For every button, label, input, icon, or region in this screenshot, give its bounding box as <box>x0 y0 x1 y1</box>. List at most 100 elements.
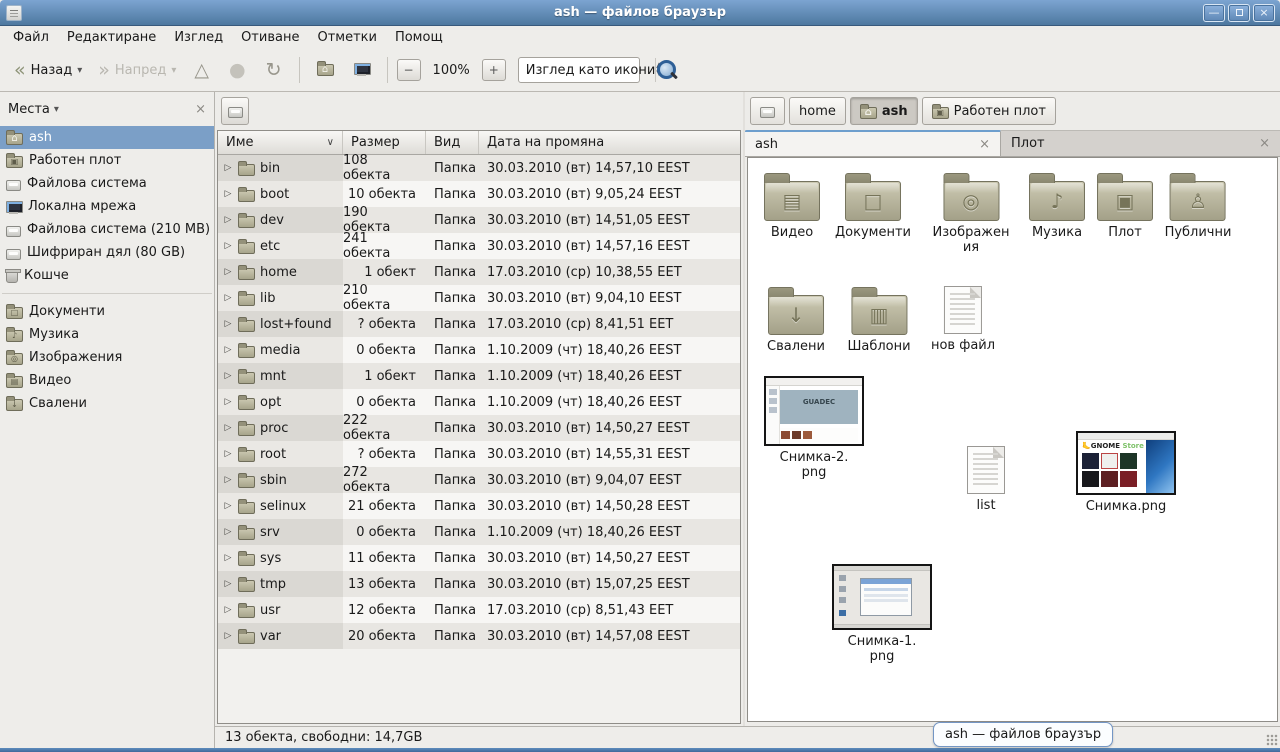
expander-icon[interactable]: ▷ <box>223 423 233 433</box>
column-header-name[interactable]: Име∨ <box>218 131 343 154</box>
expander-icon[interactable]: ▷ <box>223 579 233 589</box>
expander-icon[interactable]: ▷ <box>223 553 233 563</box>
breadcrumb-Работен плот[interactable]: ▣Работен плот <box>922 97 1056 125</box>
sidebar-title[interactable]: Места <box>8 102 50 117</box>
expander-icon[interactable]: ▷ <box>223 605 233 615</box>
tab-close-icon[interactable]: × <box>1251 136 1270 151</box>
icon-item-list[interactable]: list <box>967 446 1005 513</box>
table-row[interactable]: ▷root? обектаПапка30.03.2010 (вт) 14,55,… <box>218 441 740 467</box>
breadcrumb-ash[interactable]: ⌂ash <box>850 97 918 125</box>
table-row[interactable]: ▷sys11 обектаПапка30.03.2010 (вт) 14,50,… <box>218 545 740 571</box>
forward-dropdown-icon[interactable]: ▾ <box>171 65 176 76</box>
table-row[interactable]: ▷dev190 обектаПапка30.03.2010 (вт) 14,51… <box>218 207 740 233</box>
tab-ash[interactable]: ash × <box>745 130 1001 156</box>
back-button[interactable]: « Назад ▾ <box>8 58 88 82</box>
expander-icon[interactable]: ▷ <box>223 345 233 355</box>
column-header-size[interactable]: Размер <box>343 131 426 154</box>
back-dropdown-icon[interactable]: ▾ <box>77 65 82 76</box>
expander-icon[interactable]: ▷ <box>223 189 233 199</box>
breadcrumb-root[interactable] <box>750 97 785 125</box>
sidebar-close-icon[interactable]: × <box>195 102 206 117</box>
table-row[interactable]: ▷lost+found? обектаПапка17.03.2010 (ср) … <box>218 311 740 337</box>
table-row[interactable]: ▷media0 обектаПапка1.10.2009 (чт) 18,40,… <box>218 337 740 363</box>
sidebar-item-музика[interactable]: ♪Музика <box>0 323 214 346</box>
icon-item-документи[interactable]: □Документи <box>835 172 911 240</box>
table-row[interactable]: ▷boot10 обектаПапка30.03.2010 (вт) 9,05,… <box>218 181 740 207</box>
menu-item[interactable]: Редактиране <box>58 28 165 47</box>
expander-icon[interactable]: ▷ <box>223 215 233 225</box>
icon-item-шаблони[interactable]: ▥Шаблони <box>847 286 910 354</box>
forward-button[interactable]: » Напред ▾ <box>92 58 182 82</box>
menu-item[interactable]: Изглед <box>165 28 232 47</box>
expander-icon[interactable]: ▷ <box>223 371 233 381</box>
expander-icon[interactable]: ▷ <box>223 449 233 459</box>
sidebar-item-видео[interactable]: ▤Видео <box>0 369 214 392</box>
sidebar-item-работен-плот[interactable]: ▣Работен плот <box>0 149 214 172</box>
icon-item-снимка-1.[interactable]: Снимка-1. png <box>832 564 932 665</box>
icon-item-плот[interactable]: ▣Плот <box>1097 172 1153 240</box>
table-row[interactable]: ▷mnt1 обектПапка1.10.2009 (чт) 18,40,26 … <box>218 363 740 389</box>
icon-item-музика[interactable]: ♪Музика <box>1029 172 1085 240</box>
expander-icon[interactable]: ▷ <box>223 163 233 173</box>
maximize-button[interactable] <box>1228 4 1250 22</box>
sidebar-item-файлова-система[interactable]: Файлова система <box>0 172 214 195</box>
reload-button[interactable]: ↻ <box>258 57 290 83</box>
menu-item[interactable]: Отметки <box>308 28 385 47</box>
search-icon[interactable] <box>656 59 678 81</box>
expander-icon[interactable]: ▷ <box>223 267 233 277</box>
sidebar-item-документи[interactable]: □Документи <box>0 300 214 323</box>
column-header-type[interactable]: Вид <box>426 131 479 154</box>
table-row[interactable]: ▷selinux21 обектаПапка30.03.2010 (вт) 14… <box>218 493 740 519</box>
menu-item[interactable]: Отиване <box>232 28 308 47</box>
icon-item-нов-файл[interactable]: нов файл <box>931 286 995 353</box>
sidebar-item-ash[interactable]: ⌂ash <box>0 126 214 149</box>
table-row[interactable]: ▷bin108 обектаПапка30.03.2010 (вт) 14,57… <box>218 155 740 181</box>
expander-icon[interactable]: ▷ <box>223 527 233 537</box>
up-button[interactable]: △ <box>186 57 217 83</box>
menu-item[interactable]: Помощ <box>386 28 452 47</box>
menu-item[interactable]: Файл <box>4 28 58 47</box>
expander-icon[interactable]: ▷ <box>223 293 233 303</box>
zoom-out-button[interactable]: − <box>397 59 421 81</box>
table-row[interactable]: ▷tmp13 обектаПапка30.03.2010 (вт) 15,07,… <box>218 571 740 597</box>
table-row[interactable]: ▷sbin272 обектаПапка30.03.2010 (вт) 9,04… <box>218 467 740 493</box>
expander-icon[interactable]: ▷ <box>223 397 233 407</box>
home-button[interactable]: ⌂ <box>309 57 342 83</box>
icon-item-видео[interactable]: ▤Видео <box>764 172 820 240</box>
table-row[interactable]: ▷lib210 обектаПапка30.03.2010 (вт) 9,04,… <box>218 285 740 311</box>
sidebar-item-изображения[interactable]: ◎Изображения <box>0 346 214 369</box>
close-button[interactable]: × <box>1253 4 1275 22</box>
computer-button[interactable] <box>346 57 378 83</box>
stop-button[interactable]: ● <box>221 57 254 83</box>
icon-item-изображен[interactable]: ◎Изображен ия <box>932 172 1009 256</box>
table-row[interactable]: ▷etc241 обектаПапка30.03.2010 (вт) 14,57… <box>218 233 740 259</box>
sidebar-item-свалени[interactable]: ↓Свалени <box>0 392 214 415</box>
zoom-in-button[interactable]: + <box>482 59 506 81</box>
expander-icon[interactable]: ▷ <box>223 501 233 511</box>
icon-item-свалени[interactable]: ↓Свалени <box>767 286 825 354</box>
table-row[interactable]: ▷usr12 обектаПапка17.03.2010 (ср) 8,51,4… <box>218 597 740 623</box>
breadcrumb-home[interactable]: home <box>789 97 846 125</box>
icon-item-публични[interactable]: ♙Публични <box>1165 172 1232 240</box>
table-row[interactable]: ▷var20 обектаПапка30.03.2010 (вт) 14,57,… <box>218 623 740 649</box>
icon-item-снимка.png[interactable]: 🦶GNOME StoreСнимка.png <box>1076 431 1176 514</box>
sidebar-item-шифриран-дял-80-gb-[interactable]: Шифриран дял (80 GB) <box>0 241 214 264</box>
table-row[interactable]: ▷proc222 обектаПапка30.03.2010 (вт) 14,5… <box>218 415 740 441</box>
tab-close-icon[interactable]: × <box>971 137 990 152</box>
sidebar-item-кошче[interactable]: Кошче <box>0 264 214 287</box>
sidebar-item-файлова-система-210-mb-[interactable]: Файлова система (210 MB) <box>0 218 214 241</box>
view-mode-select[interactable]: Изглед като икони ▲▼ <box>518 57 640 83</box>
table-row[interactable]: ▷srv0 обектаПапка1.10.2009 (чт) 18,40,26… <box>218 519 740 545</box>
tab-plot[interactable]: Плот × <box>1001 130 1280 156</box>
sidebar-item-локална-мрежа[interactable]: Локална мрежа <box>0 195 214 218</box>
table-row[interactable]: ▷opt0 обектаПапка1.10.2009 (чт) 18,40,26… <box>218 389 740 415</box>
sidebar-dropdown-icon[interactable]: ▾ <box>54 104 59 115</box>
expander-icon[interactable]: ▷ <box>223 241 233 251</box>
column-header-date[interactable]: Дата на промяна <box>479 131 740 154</box>
minimize-button[interactable]: — <box>1203 4 1225 22</box>
table-row[interactable]: ▷home1 обектПапка17.03.2010 (ср) 10,38,5… <box>218 259 740 285</box>
resize-grip[interactable] <box>1266 734 1278 746</box>
expander-icon[interactable]: ▷ <box>223 475 233 485</box>
icon-item-снимка-2.[interactable]: GUADECСнимка-2. png <box>764 376 864 481</box>
root-location-button[interactable] <box>221 97 249 125</box>
